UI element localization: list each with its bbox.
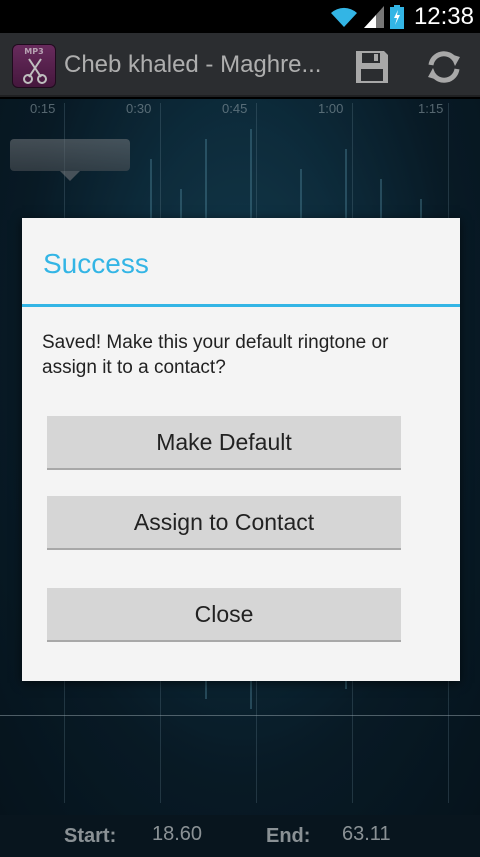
status-bar: 12:38 (0, 0, 480, 33)
success-dialog: Success Saved! Make this your default ri… (22, 218, 460, 681)
wifi-icon (330, 7, 357, 27)
assign-to-contact-button[interactable]: Assign to Contact (47, 496, 401, 550)
close-button[interactable]: Close (47, 588, 401, 642)
dialog-title: Success (43, 248, 149, 279)
signal-icon (363, 5, 384, 28)
dialog-title-divider (22, 304, 460, 307)
dialog-message: Saved! Make this your default ringtone o… (42, 332, 389, 378)
status-icons: 12:38 (330, 0, 480, 33)
status-time: 12:38 (413, 2, 474, 30)
battery-icon (389, 4, 404, 29)
make-default-button[interactable]: Make Default (47, 416, 401, 470)
